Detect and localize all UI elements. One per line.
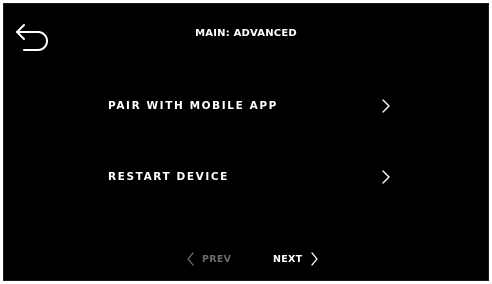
next-button[interactable]: NEXT [273,250,319,268]
chevron-right-icon [382,99,390,113]
page-title: MAIN: ADVANCED [195,28,297,39]
chevron-left-icon [187,252,194,266]
prev-label: PREV [202,253,232,265]
menu-item-label: PAIR WITH MOBILE APP [108,100,278,112]
prev-button[interactable]: PREV [186,250,231,268]
next-label: NEXT [273,253,303,265]
chevron-right-icon [311,252,319,266]
menu-item-restart-device[interactable]: RESTART DEVICE [108,164,392,190]
chevron-right-icon [382,170,390,184]
device-screen: MAIN: ADVANCED PAIR WITH MOBILE APP REST… [3,3,489,281]
menu-item-pair-mobile-app[interactable]: PAIR WITH MOBILE APP [108,93,392,119]
menu-item-label: RESTART DEVICE [108,171,229,183]
